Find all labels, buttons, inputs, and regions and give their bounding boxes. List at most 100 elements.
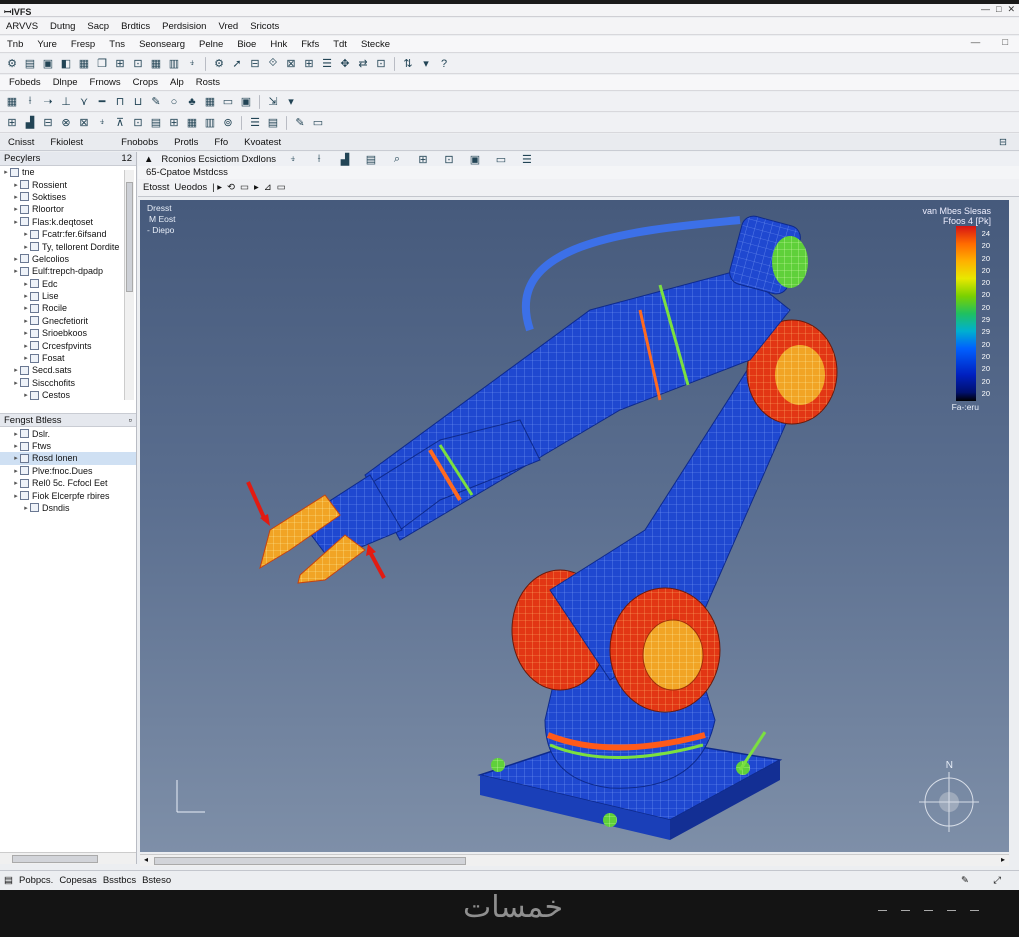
rotate-icon[interactable]: ⟲ bbox=[227, 182, 235, 193]
line-icon[interactable]: ━ bbox=[95, 95, 109, 109]
tree-item[interactable]: ▸ tne bbox=[0, 166, 136, 178]
menu-item[interactable]: Seonsearg bbox=[132, 39, 192, 50]
menu-item[interactable]: Yure bbox=[30, 39, 64, 50]
menu-item[interactable]: Pelne bbox=[192, 39, 230, 50]
chevron-right-icon[interactable]: ▸ bbox=[12, 193, 20, 201]
help-icon[interactable]: ? bbox=[437, 57, 451, 71]
flip-icon[interactable]: ⇄ bbox=[356, 57, 370, 71]
tree-item[interactable]: ▸ Srioebkoos bbox=[0, 327, 136, 339]
chevron-right-icon[interactable]: ▸ bbox=[22, 504, 30, 512]
tree-item[interactable]: ▸ Fiok Elcerpfe rbires bbox=[0, 489, 136, 501]
chevron-right-icon[interactable]: ▸ bbox=[12, 479, 20, 487]
toolbar-item[interactable]: Crops bbox=[127, 77, 164, 88]
load-icon[interactable]: ⍖ bbox=[95, 116, 109, 130]
settings-icon[interactable]: ⚙ bbox=[212, 57, 226, 71]
pan-icon[interactable]: ✥ bbox=[338, 57, 352, 71]
tree-item[interactable]: ▸ Dsndis bbox=[0, 502, 136, 514]
tree-item[interactable]: ▸ Gnecfetiorit bbox=[0, 315, 136, 327]
contour-icon[interactable]: ⊚ bbox=[221, 116, 235, 130]
menu-item[interactable]: Bioe bbox=[230, 39, 263, 50]
tree-item[interactable]: ▸ Rloortor bbox=[0, 203, 136, 215]
chevron-right-icon[interactable]: ▸ bbox=[12, 218, 20, 226]
menu-item[interactable]: Sacp bbox=[81, 21, 115, 32]
list-icon[interactable]: ☰ bbox=[248, 116, 262, 130]
expand-icon[interactable]: ⤢ bbox=[993, 875, 1001, 886]
grid-icon[interactable]: ▦ bbox=[77, 57, 91, 71]
folder-icon[interactable]: ▭ bbox=[311, 116, 325, 130]
pin-icon[interactable]: ⊡ bbox=[131, 116, 145, 130]
measure-icon[interactable]: ⊿ bbox=[264, 182, 272, 193]
tab[interactable]: Kvoatest bbox=[236, 137, 289, 148]
chevron-right-icon[interactable]: ▸ bbox=[12, 205, 20, 213]
sheet-icon[interactable]: ▤ bbox=[149, 116, 163, 130]
chevron-right-icon[interactable]: ▸ bbox=[12, 430, 20, 438]
edit-icon[interactable]: ✎ bbox=[293, 116, 307, 130]
menu-item[interactable]: Vred bbox=[212, 21, 244, 32]
monitor-icon[interactable]: ▭ bbox=[221, 95, 235, 109]
axes-icon[interactable]: ⟊ bbox=[23, 95, 37, 109]
layers-icon[interactable]: ☰ bbox=[320, 57, 334, 71]
element-icon[interactable]: ▦ bbox=[185, 116, 199, 130]
menu-item[interactable]: ARVVS bbox=[0, 21, 44, 32]
tree-item[interactable]: ▸ Gelcolios bbox=[0, 253, 136, 265]
tree-item[interactable]: ▸ Eulf:trepch-dpadp bbox=[0, 265, 136, 277]
chart-icon[interactable]: ▟ bbox=[338, 152, 352, 166]
panel-pin-icon[interactable]: ▫ bbox=[129, 415, 132, 426]
chevron-right-icon[interactable]: ▸ bbox=[22, 329, 30, 337]
measure-icon[interactable]: ⊟ bbox=[248, 57, 262, 71]
3d-viewport[interactable]: Dresst M Eost - Diepo van Mbes Slesas Ff… bbox=[140, 200, 1009, 852]
panel-count[interactable]: 12 bbox=[121, 153, 132, 164]
monitor-icon[interactable]: ▣ bbox=[468, 152, 482, 166]
tree-item[interactable]: ▸ Fcatr:fer.6ifsand bbox=[0, 228, 136, 240]
axes-icon[interactable]: ⟊ bbox=[312, 152, 326, 166]
maximize-button[interactable]: □ bbox=[996, 4, 1001, 15]
tree-item[interactable]: ▸ Lise bbox=[0, 290, 136, 302]
tree-item[interactable]: ▸ Rel0 5c. Fcfocl Eet bbox=[0, 477, 136, 489]
menu-item[interactable]: Hnk bbox=[263, 39, 294, 50]
copy-icon[interactable]: ❐ bbox=[95, 57, 109, 71]
chevron-right-icon[interactable]: ▸ bbox=[22, 354, 30, 362]
maximize-doc-button[interactable]: □ bbox=[995, 37, 1015, 48]
save-icon[interactable]: ▣ bbox=[41, 57, 55, 71]
menu-item[interactable]: Tnb bbox=[0, 39, 30, 50]
tree-item[interactable]: ▸ Edc bbox=[0, 278, 136, 290]
toolbar-item[interactable]: Rosts bbox=[190, 77, 226, 88]
play-icon[interactable]: | ▸ bbox=[212, 182, 222, 193]
report-icon[interactable]: ▤ bbox=[266, 116, 280, 130]
link-icon[interactable]: ⊗ bbox=[59, 116, 73, 130]
menu-item[interactable]: Fkfs bbox=[294, 39, 326, 50]
tab[interactable]: Protls bbox=[166, 137, 206, 148]
chevron-right-icon[interactable]: ▸ bbox=[22, 391, 30, 399]
cube-icon[interactable]: ◧ bbox=[59, 57, 73, 71]
tree-item[interactable]: ▸ Plve:fnoc.Dues bbox=[0, 465, 136, 477]
toolbar-item[interactable]: Ueodos bbox=[174, 182, 207, 193]
tree-item[interactable]: ▸ Cestos bbox=[0, 389, 136, 401]
scroll-right-icon[interactable]: ▸ bbox=[1001, 855, 1005, 864]
window-icon[interactable]: ▣ bbox=[239, 95, 253, 109]
mesh-icon[interactable]: ⊞ bbox=[5, 116, 19, 130]
probe-icon[interactable]: ⍖ bbox=[286, 152, 300, 166]
tree-item[interactable]: ▸ Rosd lonen bbox=[0, 452, 136, 465]
edit-icon[interactable]: ✎ bbox=[961, 875, 969, 886]
scroll-thumb[interactable] bbox=[12, 855, 98, 863]
node-icon[interactable]: ⊞ bbox=[167, 116, 181, 130]
scroll-thumb[interactable] bbox=[126, 182, 133, 292]
tab[interactable]: Cnisst bbox=[0, 137, 42, 148]
table-icon[interactable]: ▦ bbox=[149, 57, 163, 71]
results-icon[interactable]: ▥ bbox=[203, 116, 217, 130]
node-icon[interactable]: ⊞ bbox=[416, 152, 430, 166]
panel-menu-icon[interactable]: ⊟ bbox=[995, 135, 1011, 149]
chevron-right-icon[interactable]: ▸ bbox=[22, 280, 30, 288]
menu-item[interactable]: Brdtics bbox=[115, 21, 156, 32]
scroll-left-icon[interactable]: ◂ bbox=[144, 855, 148, 864]
delete-icon[interactable]: ▥ bbox=[167, 57, 181, 71]
chevron-right-icon[interactable]: ▸ bbox=[2, 168, 10, 176]
tree-item[interactable]: ▸ Rossient bbox=[0, 178, 136, 190]
constraint-icon[interactable]: ⊠ bbox=[77, 116, 91, 130]
menu-item[interactable]: Tdt bbox=[326, 39, 354, 50]
chevron-right-icon[interactable]: ▸ bbox=[22, 243, 30, 251]
list-icon[interactable]: ☰ bbox=[520, 152, 534, 166]
play-icon[interactable]: ▸ bbox=[254, 182, 259, 193]
chevron-right-icon[interactable]: ▸ bbox=[22, 304, 30, 312]
pointer-icon[interactable]: ➚ bbox=[230, 57, 244, 71]
